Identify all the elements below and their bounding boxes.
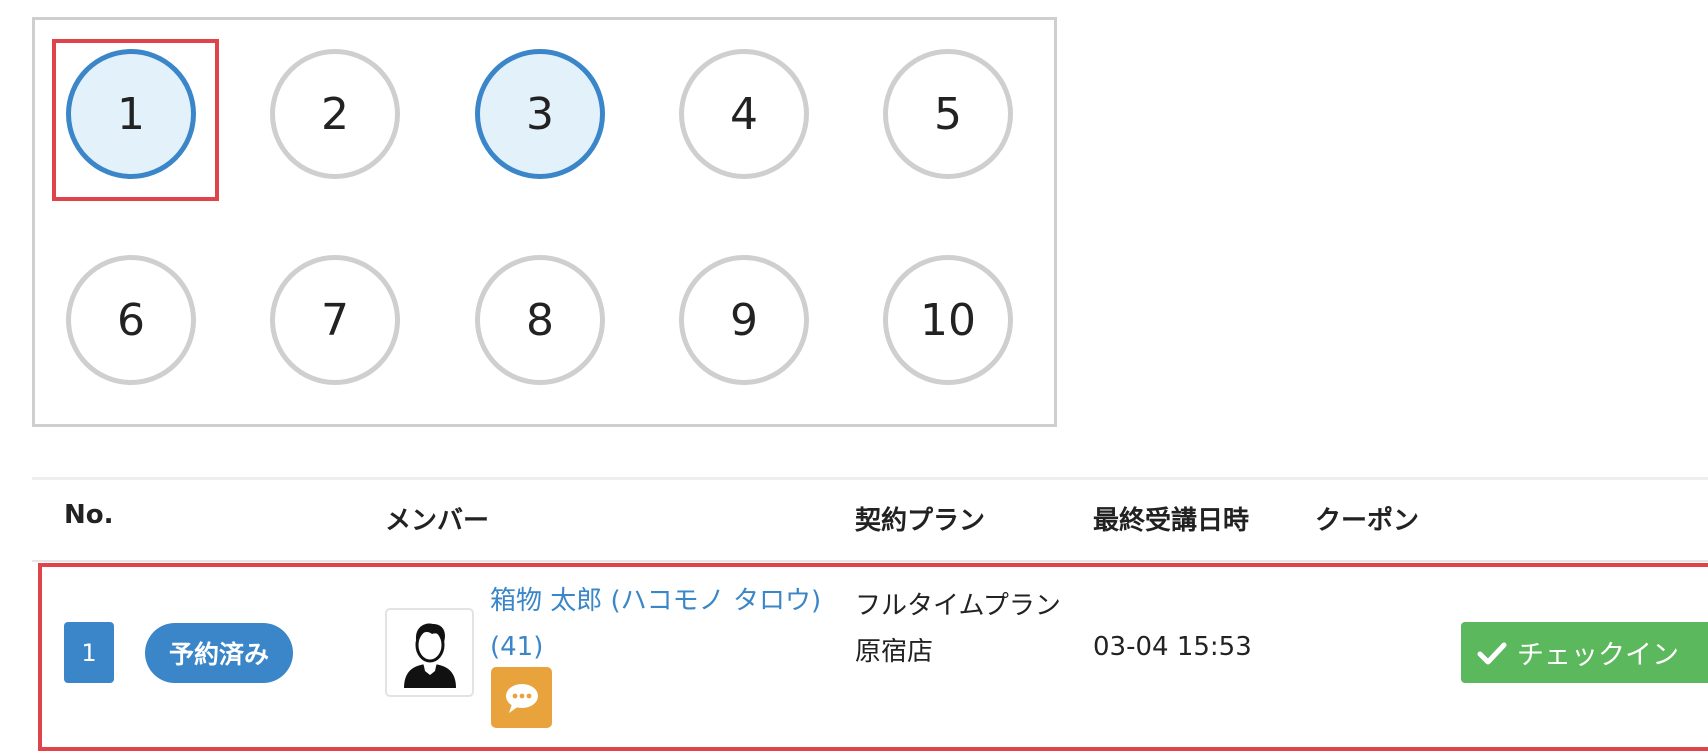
row-divider (32, 560, 1708, 562)
header-no: No. (64, 500, 114, 530)
seat-9[interactable]: 9 (679, 255, 809, 385)
seat-2[interactable]: 2 (270, 49, 400, 179)
seat-10[interactable]: 10 (883, 255, 1013, 385)
seat-5[interactable]: 5 (883, 49, 1013, 179)
seat-1[interactable]: 1 (66, 49, 196, 179)
table-divider (32, 477, 1708, 480)
seat-8[interactable]: 8 (475, 255, 605, 385)
header-coupon: クーポン (1315, 506, 1420, 536)
seat-4[interactable]: 4 (679, 49, 809, 179)
header-last-attend: 最終受講日時 (1093, 506, 1250, 536)
header-plan: 契約プラン (855, 506, 986, 536)
row-highlight (38, 563, 1708, 751)
seat-3[interactable]: 3 (475, 49, 605, 179)
seat-6[interactable]: 6 (66, 255, 196, 385)
header-member: メンバー (385, 506, 490, 536)
seat-7[interactable]: 7 (270, 255, 400, 385)
